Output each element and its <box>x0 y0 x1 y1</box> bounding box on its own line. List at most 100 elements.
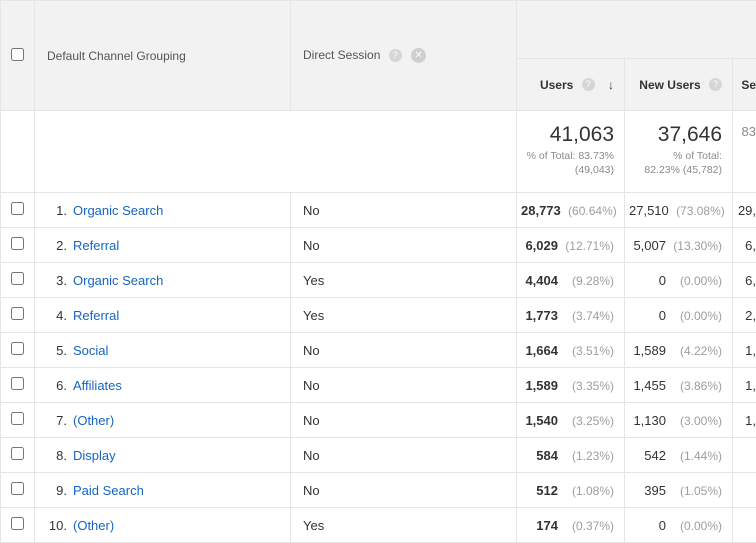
new-users-cell: 1,589(4.22%) <box>625 333 733 368</box>
users-cell: 4,404 (9.28%) <box>517 263 625 298</box>
row-checkbox[interactable] <box>11 412 24 425</box>
row-checkbox[interactable] <box>11 377 24 390</box>
help-icon[interactable]: ? <box>582 78 595 91</box>
channel-link[interactable]: Organic Search <box>73 273 163 288</box>
sort-descending-icon: ↓ <box>608 78 614 92</box>
sessions-cell: 29, <box>733 193 756 228</box>
direct-session-cell: No <box>291 438 517 473</box>
users-cell: 1,773(3.74%) <box>517 298 625 333</box>
users-percent: (9.28%) <box>564 274 614 288</box>
direct-session-cell: Yes <box>291 508 517 543</box>
new-users-percent: (13.30%) <box>672 239 722 253</box>
row-checkbox[interactable] <box>11 237 24 250</box>
column-header-sessions[interactable]: Se <box>733 59 756 111</box>
new-users-cell: 542(1.44%) <box>625 438 733 473</box>
users-percent: (1.08%) <box>564 484 614 498</box>
table-row: 2.ReferralNo6,029(12.71%)5,007(13.30%)6, <box>1 228 756 263</box>
row-index: 10. <box>35 518 73 533</box>
new-users-percent: (0.00%) <box>672 274 722 288</box>
users-value: 174 <box>536 518 558 533</box>
users-cell: 1,540(3.25%) <box>517 403 625 438</box>
acquisition-channels-table: Default Channel Grouping Direct Session … <box>0 0 756 543</box>
users-value: 4,404 <box>525 273 558 288</box>
sessions-cell <box>733 438 756 473</box>
row-index: 7. <box>35 413 73 428</box>
direct-session-cell: No <box>291 193 517 228</box>
new-users-percent: (3.00%) <box>672 414 722 428</box>
channel-link[interactable]: Paid Search <box>73 483 144 498</box>
summary-row: 41,063 % of Total: 83.73% (49,043) 37,64… <box>1 111 756 193</box>
users-value: 1,589 <box>525 378 558 393</box>
channel-link[interactable]: Organic Search <box>73 203 163 218</box>
select-all-checkbox[interactable] <box>11 48 24 61</box>
row-checkbox-cell <box>1 403 35 438</box>
direct-session-cell: Yes <box>291 263 517 298</box>
users-percent: (3.35%) <box>564 379 614 393</box>
users-cell: 174(0.37%) <box>517 508 625 543</box>
channel-link[interactable]: Affiliates <box>73 378 122 393</box>
users-value: 1,540 <box>525 413 558 428</box>
sessions-cell: 1, <box>733 368 756 403</box>
row-checkbox[interactable] <box>11 517 24 530</box>
channel-link[interactable]: (Other) <box>73 413 114 428</box>
users-cell: 6,029(12.71%) <box>517 228 625 263</box>
sessions-cell: 1, <box>733 333 756 368</box>
new-users-value: 27,510 <box>629 203 669 218</box>
help-icon[interactable]: ? <box>709 78 722 91</box>
channel-cell: 1.Organic Search <box>35 193 291 228</box>
row-index: 8. <box>35 448 73 463</box>
summary-users-sub2: (49,043) <box>523 163 614 177</box>
direct-session-cell: No <box>291 403 517 438</box>
new-users-percent: (3.86%) <box>672 379 722 393</box>
channel-link[interactable]: Social <box>73 343 108 358</box>
metrics-group-header <box>517 1 756 59</box>
summary-new-users-total: 37,646 <box>631 123 722 147</box>
row-checkbox-cell <box>1 438 35 473</box>
column-header-new-users[interactable]: New Users ? <box>625 59 733 111</box>
new-users-label: New Users <box>639 78 700 92</box>
row-index: 1. <box>35 203 73 218</box>
channel-link[interactable]: Display <box>73 448 116 463</box>
row-index: 3. <box>35 273 73 288</box>
row-checkbox[interactable] <box>11 202 24 215</box>
row-index: 2. <box>35 238 73 253</box>
remove-secondary-dimension-icon[interactable]: ✕ <box>411 48 426 63</box>
row-checkbox-cell <box>1 228 35 263</box>
sessions-cell: 6, <box>733 263 756 298</box>
sessions-cell <box>733 508 756 543</box>
users-value: 584 <box>536 448 558 463</box>
row-checkbox[interactable] <box>11 272 24 285</box>
row-checkbox-cell <box>1 263 35 298</box>
header-secondary-dimension[interactable]: Direct Session ? ✕ <box>291 1 517 111</box>
new-users-value: 1,455 <box>633 378 666 393</box>
summary-new-users-sub2: 82.23% (45,782) <box>631 163 722 177</box>
summary-users: 41,063 % of Total: 83.73% (49,043) <box>517 111 625 193</box>
column-header-users[interactable]: Users ? ↓ <box>517 59 625 111</box>
summary-users-total: 41,063 <box>523 123 614 147</box>
table-row: 5.SocialNo1,664(3.51%)1,589(4.22%)1, <box>1 333 756 368</box>
channel-cell: 5.Social <box>35 333 291 368</box>
new-users-percent: (73.08%) <box>675 204 725 218</box>
help-icon[interactable]: ? <box>389 49 402 62</box>
new-users-percent: (4.22%) <box>672 344 722 358</box>
new-users-value: 542 <box>644 448 666 463</box>
sessions-cell: 2, <box>733 298 756 333</box>
channel-link[interactable]: Referral <box>73 238 119 253</box>
new-users-value: 5,007 <box>633 238 666 253</box>
sessions-cell: 6, <box>733 228 756 263</box>
row-checkbox[interactable] <box>11 342 24 355</box>
summary-new-users-sub1: % of Total: <box>631 149 722 163</box>
row-checkbox[interactable] <box>11 447 24 460</box>
row-checkbox[interactable] <box>11 482 24 495</box>
users-value: 28,773 <box>521 203 561 218</box>
header-primary-dimension[interactable]: Default Channel Grouping <box>35 1 291 111</box>
row-checkbox-cell <box>1 368 35 403</box>
users-cell: 584(1.23%) <box>517 438 625 473</box>
new-users-cell: 0(0.00%) <box>625 263 733 298</box>
channel-link[interactable]: (Other) <box>73 518 114 533</box>
new-users-cell: 1,455 (3.86%) <box>625 368 733 403</box>
table-row: 1.Organic SearchNo28,773(60.64%)27,510(7… <box>1 193 756 228</box>
channel-link[interactable]: Referral <box>73 308 119 323</box>
row-checkbox[interactable] <box>11 307 24 320</box>
new-users-percent: (0.00%) <box>672 309 722 323</box>
